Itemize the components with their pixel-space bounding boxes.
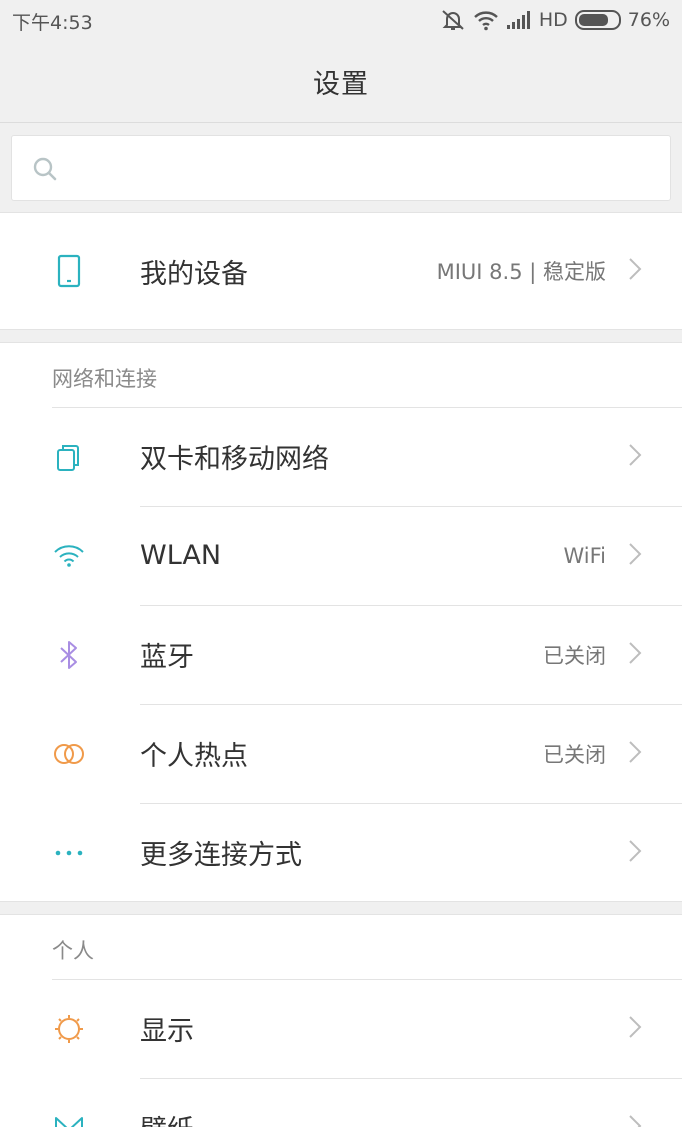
search-icon	[32, 156, 58, 186]
status-time: 下午4:53	[12, 12, 93, 34]
divider	[140, 506, 682, 507]
chevron-right-icon	[628, 641, 642, 669]
network-group: 网络和连接 双卡和移动网络 WLAN WiFi 蓝牙 已关闭 个人热点 已关闭 …	[0, 342, 682, 902]
divider	[52, 979, 682, 980]
chevron-right-icon	[628, 443, 642, 471]
section-title-personal: 个人	[52, 939, 94, 963]
more-dots-icon	[52, 836, 86, 870]
page-title: 设置	[313, 68, 369, 100]
row-value: 已关闭	[543, 742, 606, 767]
settings-screen: 下午4:53 HD 76% 设置 我的设备 MIUI 8.5 | 稳定版 网络和…	[0, 0, 682, 1127]
status-icons: HD 76%	[440, 6, 670, 34]
row-value: WiFi	[563, 543, 606, 568]
row-label: 壁纸	[140, 1108, 194, 1127]
personal-group: 个人 显示 壁纸	[0, 914, 682, 1127]
mute-icon	[440, 8, 466, 32]
row-label: 显示	[140, 1016, 194, 1047]
row-label: 个人热点	[140, 741, 248, 772]
wifi-icon	[52, 539, 86, 573]
search-input[interactable]	[74, 148, 654, 190]
divider	[140, 704, 682, 705]
section-title-network: 网络和连接	[52, 367, 157, 391]
row-bluetooth[interactable]: 蓝牙 已关闭	[0, 605, 682, 704]
hotspot-icon	[52, 737, 86, 771]
signal-icon	[506, 10, 532, 30]
row-label: 我的设备	[140, 258, 248, 290]
row-hotspot[interactable]: 个人热点 已关闭	[0, 704, 682, 803]
app-header: 设置	[0, 40, 682, 122]
divider	[52, 407, 682, 408]
row-label: WLAN	[140, 540, 222, 571]
sun-icon	[52, 1012, 86, 1046]
chevron-right-icon	[628, 257, 642, 285]
network-type: HD	[538, 9, 568, 31]
row-label: 双卡和移动网络	[140, 444, 329, 475]
row-value: 已关闭	[543, 643, 606, 668]
phone-icon	[52, 254, 86, 288]
row-value: MIUI 8.5 | 稳定版	[436, 260, 606, 284]
chevron-right-icon	[628, 740, 642, 768]
row-wlan[interactable]: WLAN WiFi	[0, 506, 682, 605]
divider	[140, 605, 682, 606]
bluetooth-icon	[52, 638, 86, 672]
row-display[interactable]: 显示	[0, 979, 682, 1078]
chevron-right-icon	[628, 542, 642, 570]
row-label: 更多连接方式	[140, 840, 302, 871]
chevron-right-icon	[628, 1015, 642, 1043]
chevron-right-icon	[628, 1114, 642, 1127]
sim-cards-icon	[52, 440, 86, 474]
chevron-right-icon	[628, 839, 642, 867]
search-box[interactable]	[11, 135, 671, 201]
row-wallpaper[interactable]: 壁纸	[0, 1078, 682, 1127]
device-group: 我的设备 MIUI 8.5 | 稳定版	[0, 212, 682, 330]
row-label: 蓝牙	[140, 642, 194, 673]
divider	[140, 803, 682, 804]
status-bar: 下午4:53 HD 76%	[0, 0, 682, 40]
battery-icon	[574, 10, 621, 30]
header-divider	[0, 122, 682, 123]
row-my-device[interactable]: 我的设备 MIUI 8.5 | 稳定版	[0, 213, 682, 329]
wallpaper-icon	[52, 1111, 86, 1127]
battery-percent: 76%	[627, 9, 670, 31]
row-more-connections[interactable]: 更多连接方式	[0, 803, 682, 902]
row-dual-sim[interactable]: 双卡和移动网络	[0, 407, 682, 506]
wifi-icon	[473, 9, 499, 31]
divider	[140, 1078, 682, 1079]
